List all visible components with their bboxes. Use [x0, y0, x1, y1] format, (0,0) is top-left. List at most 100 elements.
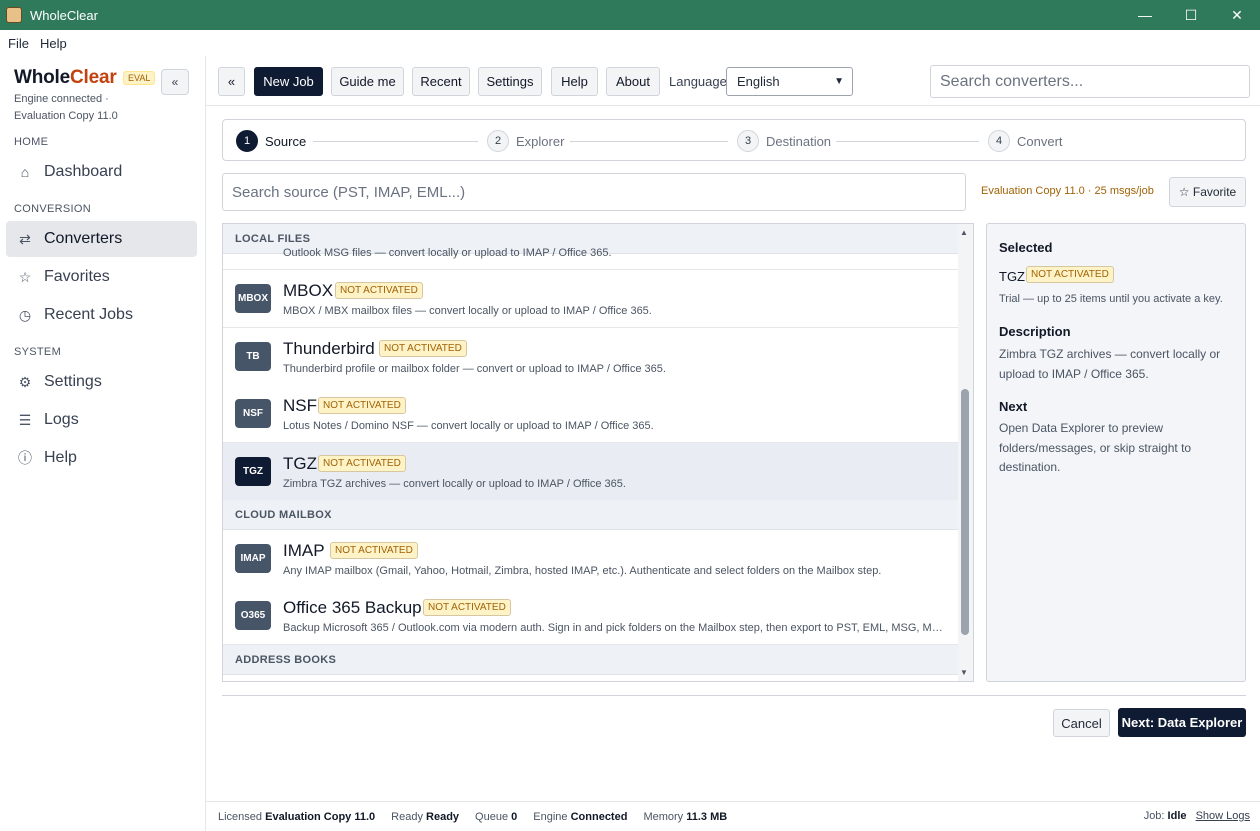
selected-heading: Selected [999, 240, 1053, 255]
maximize-button[interactable]: ☐ [1168, 0, 1214, 30]
status-ready: Ready Ready [391, 810, 460, 823]
converter-title: IMAP [283, 541, 325, 560]
sidebar-item-dashboard[interactable]: ⌂ Dashboard [6, 154, 197, 190]
step-label: Destination [766, 133, 832, 149]
home-icon: ⌂ [20, 164, 30, 180]
list-item[interactable]: TB Thunderbird NOT ACTIVATED Thunderbird… [223, 328, 958, 386]
cancel-button[interactable]: Cancel [1053, 709, 1110, 737]
group-header-address-books: ADDRESS BOOKS [223, 645, 958, 675]
converter-tile: MBOX [235, 284, 271, 313]
new-job-button[interactable]: New Job [254, 67, 323, 96]
window-title: WholeClear [30, 7, 98, 23]
menu-bar: File Help [0, 30, 1260, 56]
language-select[interactable]: English ▼ [726, 67, 853, 96]
step-convert[interactable]: 4 Convert [988, 130, 1063, 152]
list-item[interactable]: NSF NSF NOT ACTIVATED Lotus Notes / Domi… [223, 385, 958, 443]
step-explorer[interactable]: 2 Explorer [487, 130, 564, 152]
list-item-selected[interactable]: TGZ TGZ NOT ACTIVATED Zimbra TGZ archive… [223, 443, 958, 501]
sidebar-item-label: Logs [44, 411, 79, 428]
sidebar-item-settings[interactable]: ⚙ Settings [6, 364, 197, 400]
show-logs-link[interactable]: Show Logs [1196, 810, 1250, 822]
section-conversion: CONVERSION [14, 203, 91, 215]
list-item[interactable]: O365 Office 365 Backup NOT ACTIVATED Bac… [223, 587, 958, 645]
back-button[interactable]: « [218, 67, 245, 96]
next-heading: Next [999, 399, 1028, 414]
details-panel: Selected TGZ NOT ACTIVATED Trial — up to… [986, 223, 1246, 682]
guide-me-button[interactable]: Guide me [331, 67, 404, 96]
sidebar-item-label: Favorites [44, 268, 110, 285]
collapse-sidebar-button[interactable]: « [161, 69, 189, 95]
converter-title: Thunderbird [283, 339, 375, 358]
sidebar-item-favorites[interactable]: ☆ Favorites [6, 259, 197, 295]
scroll-down-icon[interactable]: ▼ [960, 668, 968, 677]
about-button[interactable]: About [606, 67, 660, 96]
step-label: Explorer [516, 133, 565, 149]
converter-tile: TB [235, 342, 271, 371]
list-item[interactable]: IMAP IMAP NOT ACTIVATED Any IMAP mailbox… [223, 530, 958, 588]
converter-desc: Zimbra TGZ archives — convert locally or… [283, 478, 626, 490]
next-text: Open Data Explorer to preview folders/me… [999, 421, 1192, 474]
step-destination[interactable]: 3 Destination [737, 130, 831, 152]
converter-desc: Backup Microsoft 365 / Outlook.com via m… [283, 622, 943, 634]
sidebar-item-label: Help [44, 449, 77, 466]
status-badge: NOT ACTIVATED [318, 397, 406, 414]
step-number: 1 [236, 130, 258, 152]
eval-limit-note: Evaluation Copy 11.0 · 25 msgs/job [981, 185, 1154, 197]
scroll-up-icon[interactable]: ▲ [960, 228, 968, 237]
status-badge: NOT ACTIVATED [330, 542, 418, 559]
menu-file[interactable]: File [5, 34, 32, 53]
sidebar-item-label: Settings [44, 373, 102, 390]
converter-tile: IMAP [235, 544, 271, 573]
status-queue: Queue 0 [475, 810, 518, 823]
sidebar-item-logs[interactable]: ☰ Logs [6, 402, 197, 438]
recent-button[interactable]: Recent [412, 67, 470, 96]
converter-tile: NSF [235, 399, 271, 428]
list-item[interactable]: Outlook MSG files — convert locally or u… [223, 247, 958, 270]
scrollbar-thumb[interactable] [961, 389, 969, 635]
close-button[interactable]: ✕ [1214, 0, 1260, 30]
converter-title: NSF [283, 396, 317, 415]
trial-note: Trial — up to 25 items until you activat… [999, 293, 1223, 305]
step-number: 3 [737, 130, 759, 152]
sidebar-item-recent-jobs[interactable]: ◷ Recent Jobs [6, 297, 197, 333]
settings-button[interactable]: Settings [478, 67, 542, 96]
step-source[interactable]: 1 Source [236, 130, 306, 152]
sidebar-item-label: Recent Jobs [44, 306, 133, 323]
status-badge: NOT ACTIVATED [423, 599, 511, 616]
step-number: 4 [988, 130, 1010, 152]
status-badge: NOT ACTIVATED [1026, 266, 1114, 283]
converter-tile: TGZ [235, 457, 271, 486]
eval-badge: EVAL [123, 71, 156, 85]
step-connector [570, 141, 728, 142]
status-job: Job: Idle Show Logs [1143, 810, 1250, 822]
converter-desc: MBOX / MBX mailbox files — convert local… [283, 305, 652, 317]
converter-desc: Lotus Notes / Domino NSF — convert local… [283, 420, 654, 432]
menu-help[interactable]: Help [37, 34, 70, 53]
next-data-explorer-button[interactable]: Next: Data Explorer [1118, 708, 1246, 737]
converter-desc: Outlook MSG files — convert locally or u… [283, 247, 612, 259]
list-item[interactable]: MBOX MBOX NOT ACTIVATED MBOX / MBX mailb… [223, 270, 958, 328]
sidebar-item-converters[interactable]: ⇄ Converters [6, 221, 197, 257]
converter-title: MBOX [283, 281, 334, 300]
sidebar-item-help[interactable]: ⓘ Help [6, 440, 197, 476]
status-bar: Licensed Evaluation Copy 11.0 Ready Read… [206, 801, 1260, 831]
favorite-button[interactable]: ☆ Favorite [1169, 177, 1246, 207]
divider [222, 695, 1246, 696]
step-number: 2 [487, 130, 509, 152]
converter-search-input[interactable]: Search converters... [930, 65, 1250, 98]
section-system: SYSTEM [14, 346, 62, 358]
star-icon: ☆ [18, 268, 32, 285]
brand-logo: WholeClear [14, 67, 117, 88]
status-badge: NOT ACTIVATED [335, 282, 423, 299]
toolbar: « New Job Guide me Recent Settings Help … [206, 56, 1260, 106]
description-text: Zimbra TGZ archives — convert locally or… [999, 347, 1221, 381]
list-scrollbar[interactable]: ▲ ▼ [958, 224, 973, 681]
source-search-input[interactable]: Search source (PST, IMAP, EML...) [222, 173, 966, 211]
help-button[interactable]: Help [551, 67, 598, 96]
status-engine: Engine Connected [533, 810, 628, 823]
minimize-button[interactable]: — [1122, 0, 1168, 30]
converter-list: LOCAL FILES Outlook MSG files — convert … [222, 223, 974, 682]
language-label: Language [669, 74, 727, 89]
group-header-cloud-mailbox: CLOUD MAILBOX [223, 500, 958, 530]
title-bar: WholeClear — ☐ ✕ [0, 0, 1260, 30]
